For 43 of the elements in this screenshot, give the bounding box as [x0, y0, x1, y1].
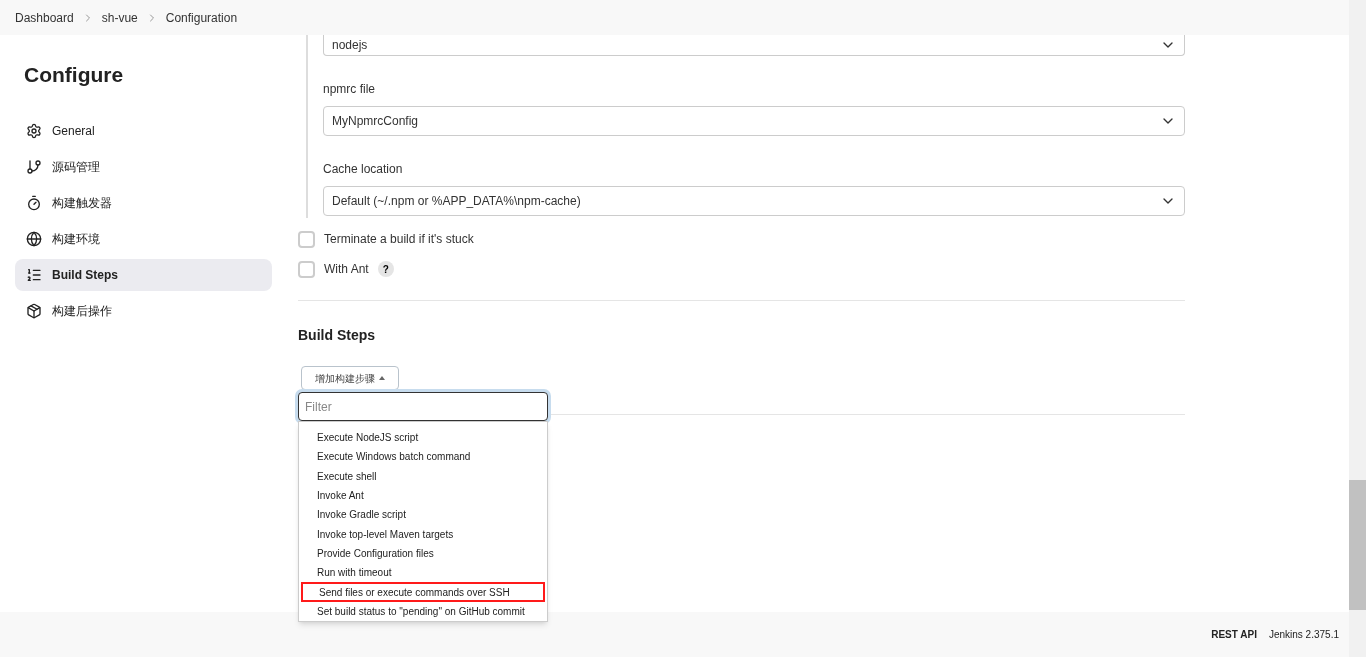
menu-item[interactable]: Invoke top-level Maven targets	[299, 524, 547, 544]
menu-item[interactable]: Run with timeout	[299, 563, 547, 583]
breadcrumb-link[interactable]: Dashboard	[15, 8, 74, 27]
page-title: Configure	[23, 62, 125, 88]
sidebar-item[interactable]: 构建触发器	[15, 186, 272, 219]
sidebar-item[interactable]: Build Steps	[15, 258, 272, 291]
select-field[interactable]: MyNpmrcConfig	[323, 106, 1185, 136]
add-build-step-button[interactable]: 增加构建步骤	[301, 366, 399, 390]
menu-item[interactable]: Send files or execute commands over SSH	[301, 582, 545, 602]
sidebar-item[interactable]: 构建后操作	[15, 294, 272, 327]
breadcrumb-link[interactable]: sh-vue	[101, 8, 138, 27]
package-icon	[26, 302, 42, 319]
sidebar-item[interactable]: General	[15, 114, 272, 147]
gear-icon	[26, 122, 42, 139]
sidebar-item[interactable]: 构建环境	[15, 222, 272, 255]
scrollbar[interactable]	[1349, 0, 1366, 657]
menu-item[interactable]: Set build status to "pending" on GitHub commit	[299, 601, 547, 621]
checkbox-label: With Ant	[324, 261, 369, 278]
help-button[interactable]: ?	[377, 261, 394, 277]
list-icon	[26, 266, 42, 283]
field-label: Cache location	[323, 161, 404, 178]
menu-item[interactable]: Invoke Ant	[299, 485, 547, 506]
menu-item[interactable]: Execute NodeJS script	[299, 428, 547, 448]
caret-up-icon	[379, 376, 385, 380]
breadcrumb-link[interactable]: Configuration	[165, 8, 238, 27]
field-label: npmrc file	[323, 81, 376, 98]
checkbox-label: Terminate a build if it's stuck	[324, 231, 474, 248]
menu-item[interactable]: Execute Windows batch command	[299, 447, 547, 467]
globe-icon	[26, 230, 42, 247]
menu-item[interactable]: Invoke Gradle script	[299, 505, 547, 525]
sidebar-item[interactable]: 源码管理	[15, 150, 272, 183]
timer-icon	[26, 194, 42, 211]
version-link[interactable]: Jenkins 2.375.1	[1268, 627, 1339, 642]
menu-item[interactable]: Provide Configuration files	[299, 543, 547, 564]
filter-field[interactable]: Filter	[298, 392, 548, 421]
checkbox[interactable]	[298, 230, 315, 248]
rest-api-link[interactable]: REST API	[1211, 627, 1257, 642]
branch-icon	[26, 158, 42, 175]
checkbox[interactable]	[298, 260, 315, 278]
select-field[interactable]: nodejs	[323, 35, 1185, 56]
section-heading: Build Steps	[298, 326, 376, 345]
select-field[interactable]: Default (~/.npm or %APP_DATA%\npm-cache)	[323, 186, 1185, 216]
menu-item[interactable]: Execute shell	[299, 466, 547, 486]
